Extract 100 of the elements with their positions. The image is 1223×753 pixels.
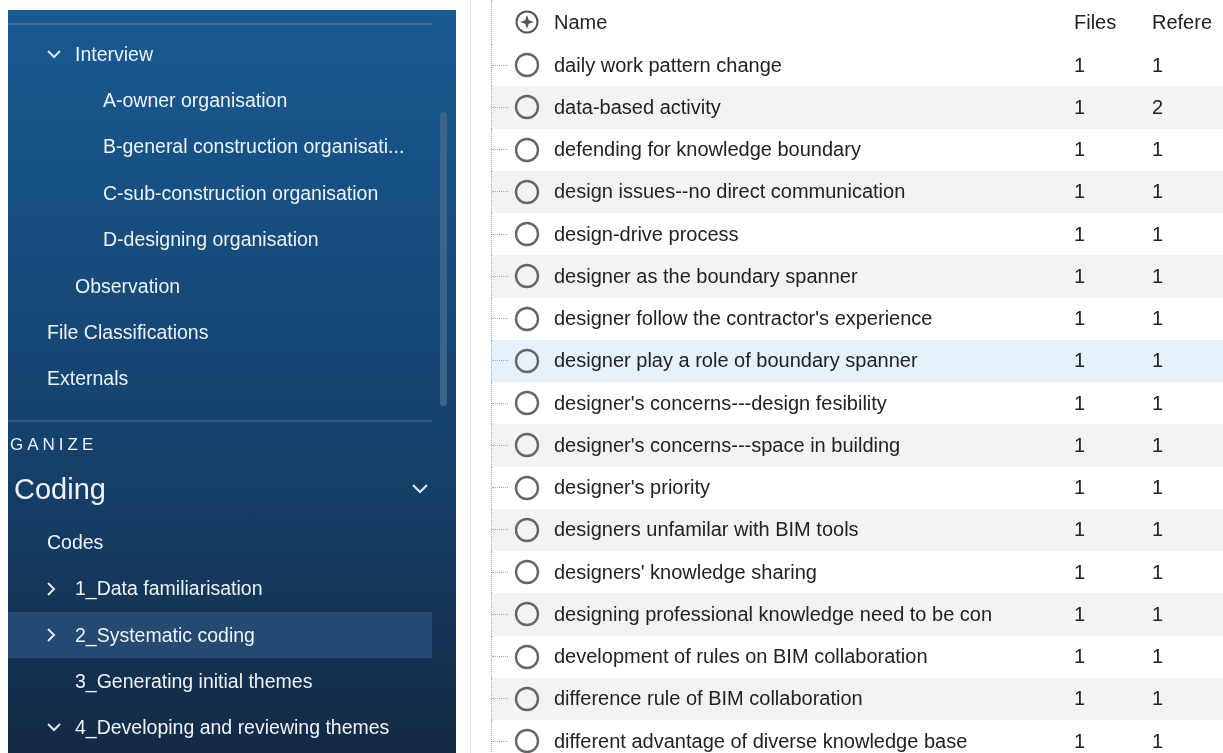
table-cell: daily work pattern change bbox=[554, 53, 782, 76]
table-cell: 1 bbox=[1152, 222, 1164, 245]
nav-item[interactable]: Codes bbox=[8, 519, 432, 566]
circle-icon bbox=[514, 390, 540, 417]
group-header[interactable]: Coding bbox=[14, 465, 428, 514]
table-cell: designers unfamilar with BIM tools bbox=[554, 518, 859, 541]
table-row[interactable]: development of rules on BIM collaboration 1 1 bbox=[491, 635, 1223, 678]
table-cell: 2 bbox=[1152, 95, 1164, 118]
table-row[interactable]: defending for knowledge boundary 1 1 bbox=[491, 128, 1223, 171]
circle-icon bbox=[514, 221, 540, 248]
table-row[interactable]: designer's priority 1 1 bbox=[491, 466, 1223, 509]
column-header[interactable]: Name bbox=[554, 10, 608, 33]
circle-icon bbox=[514, 263, 540, 290]
table-cell: 1 bbox=[1152, 729, 1164, 752]
table-cell: designing professional knowledge need to be con bbox=[554, 602, 993, 625]
table-cell: 1 bbox=[1074, 53, 1086, 76]
chevron-right-icon bbox=[47, 628, 56, 643]
nav-item[interactable]: C-sub-construction organisation bbox=[8, 170, 432, 217]
table-cell: development of rules on BIM collaboration bbox=[554, 645, 928, 668]
circle-icon bbox=[514, 685, 540, 712]
chevron-down-icon bbox=[47, 723, 61, 733]
section-label: GANIZE bbox=[10, 435, 99, 456]
table-cell: 1 bbox=[1152, 433, 1164, 456]
table-cell: 1 bbox=[1152, 391, 1164, 414]
table-row[interactable]: designer follow the contractor's experience 1 1 bbox=[491, 297, 1223, 340]
nav-item[interactable]: 2_Systematic coding bbox=[8, 611, 432, 659]
table-cell: defending for knowledge boundary bbox=[554, 138, 861, 161]
circle-icon bbox=[514, 432, 540, 459]
circle-icon bbox=[514, 474, 540, 501]
nav-item[interactable]: Interview bbox=[8, 31, 432, 78]
table-cell: design-drive process bbox=[554, 222, 739, 245]
table-cell: 1 bbox=[1074, 560, 1086, 583]
table-cell: 1 bbox=[1152, 349, 1164, 372]
circle-icon bbox=[514, 52, 540, 79]
table-row[interactable]: designer play a role of boundary spanner 1 1 bbox=[491, 339, 1223, 382]
table-cell: difference rule of BIM collaboration bbox=[554, 687, 863, 710]
table-cell: designer as the boundary spanner bbox=[554, 264, 858, 287]
nav-item[interactable]: A-owner organisation bbox=[8, 77, 432, 124]
scrollbar[interactable] bbox=[440, 112, 447, 406]
table-cell: 1 bbox=[1074, 180, 1086, 203]
table-cell: 1 bbox=[1152, 264, 1164, 287]
circle-icon bbox=[514, 305, 540, 332]
table-cell: 1 bbox=[1152, 560, 1164, 583]
table-cell: designer play a role of boundary spanner bbox=[554, 349, 918, 372]
circle-icon bbox=[514, 136, 540, 163]
table-row[interactable]: difference rule of BIM collaboration 1 1 bbox=[491, 677, 1223, 720]
table-cell: 1 bbox=[1074, 476, 1086, 499]
table-cell: 1 bbox=[1074, 222, 1086, 245]
table-cell: 1 bbox=[1074, 518, 1086, 541]
table-cell: 1 bbox=[1074, 264, 1086, 287]
nav-item[interactable]: D-designing organisation bbox=[8, 216, 432, 263]
table-cell: designer's priority bbox=[554, 476, 711, 499]
table-cell: 1 bbox=[1074, 391, 1086, 414]
circle-icon bbox=[514, 516, 540, 543]
table-cell: 1 bbox=[1074, 95, 1086, 118]
table-row[interactable]: different advantage of diverse knowledge base 1 1 bbox=[491, 720, 1223, 753]
chevron-right-icon bbox=[47, 581, 56, 596]
table-cell: data-based activity bbox=[554, 95, 721, 118]
nav-item[interactable]: B-general construction organisati... bbox=[8, 123, 432, 171]
table-cell: designer's concerns---space in building bbox=[554, 433, 901, 456]
table-cell: 1 bbox=[1074, 433, 1086, 456]
table-cell: 1 bbox=[1074, 138, 1086, 161]
table-cell: 1 bbox=[1152, 307, 1164, 330]
table-row[interactable]: designers unfamilar with BIM tools 1 1 bbox=[491, 508, 1223, 551]
table-cell: 1 bbox=[1074, 307, 1086, 330]
nav-item[interactable]: Externals bbox=[8, 355, 432, 403]
nav-item[interactable]: 4_Developing and reviewing themes bbox=[8, 704, 432, 752]
table-row[interactable]: designing professional knowledge need to be con 1 1 bbox=[491, 593, 1223, 636]
table-row[interactable]: data-based activity 1 2 bbox=[491, 86, 1223, 129]
table-cell: 1 bbox=[1152, 645, 1164, 668]
table-cell: 1 bbox=[1152, 53, 1164, 76]
table-row[interactable]: designer's concerns---space in building 1 1 bbox=[491, 424, 1223, 467]
circle-icon bbox=[514, 347, 540, 374]
table-cell: 1 bbox=[1152, 687, 1164, 710]
table-row[interactable]: designer as the boundary spanner 1 1 bbox=[491, 255, 1223, 298]
table-row[interactable]: design issues--no direct communication 1 1 bbox=[491, 170, 1223, 213]
table-cell: 1 bbox=[1074, 645, 1086, 668]
table-cell: design issues--no direct communication bbox=[554, 180, 906, 203]
table-cell: 1 bbox=[1074, 602, 1086, 625]
chevron-down-icon bbox=[412, 484, 428, 495]
table-cell: 1 bbox=[1152, 602, 1164, 625]
nav-item[interactable]: 1_Data familiarisation bbox=[8, 565, 432, 612]
table-cell: different advantage of diverse knowledge base bbox=[554, 729, 968, 752]
circle-icon bbox=[514, 643, 540, 670]
table-cell: designers' knowledge sharing bbox=[554, 560, 817, 583]
circle-icon bbox=[514, 178, 540, 205]
table-cell: 1 bbox=[1074, 349, 1086, 372]
table-cell: 1 bbox=[1074, 687, 1086, 710]
table-cell: 1 bbox=[1152, 518, 1164, 541]
table-cell: 1 bbox=[1152, 476, 1164, 499]
table-cell: 1 bbox=[1152, 180, 1164, 203]
circle-icon bbox=[514, 94, 540, 121]
column-header[interactable]: Files bbox=[1074, 10, 1117, 33]
nav-item[interactable]: 3_Generating initial themes bbox=[8, 658, 432, 705]
nav-item[interactable]: Observation bbox=[8, 262, 432, 310]
chevron-down-icon bbox=[47, 49, 61, 59]
column-header[interactable]: Refere bbox=[1152, 10, 1213, 33]
table-cell: designer follow the contractor's experience bbox=[554, 307, 933, 330]
star-circle-icon[interactable] bbox=[515, 10, 539, 34]
nav-item[interactable]: File Classifications bbox=[8, 309, 432, 356]
